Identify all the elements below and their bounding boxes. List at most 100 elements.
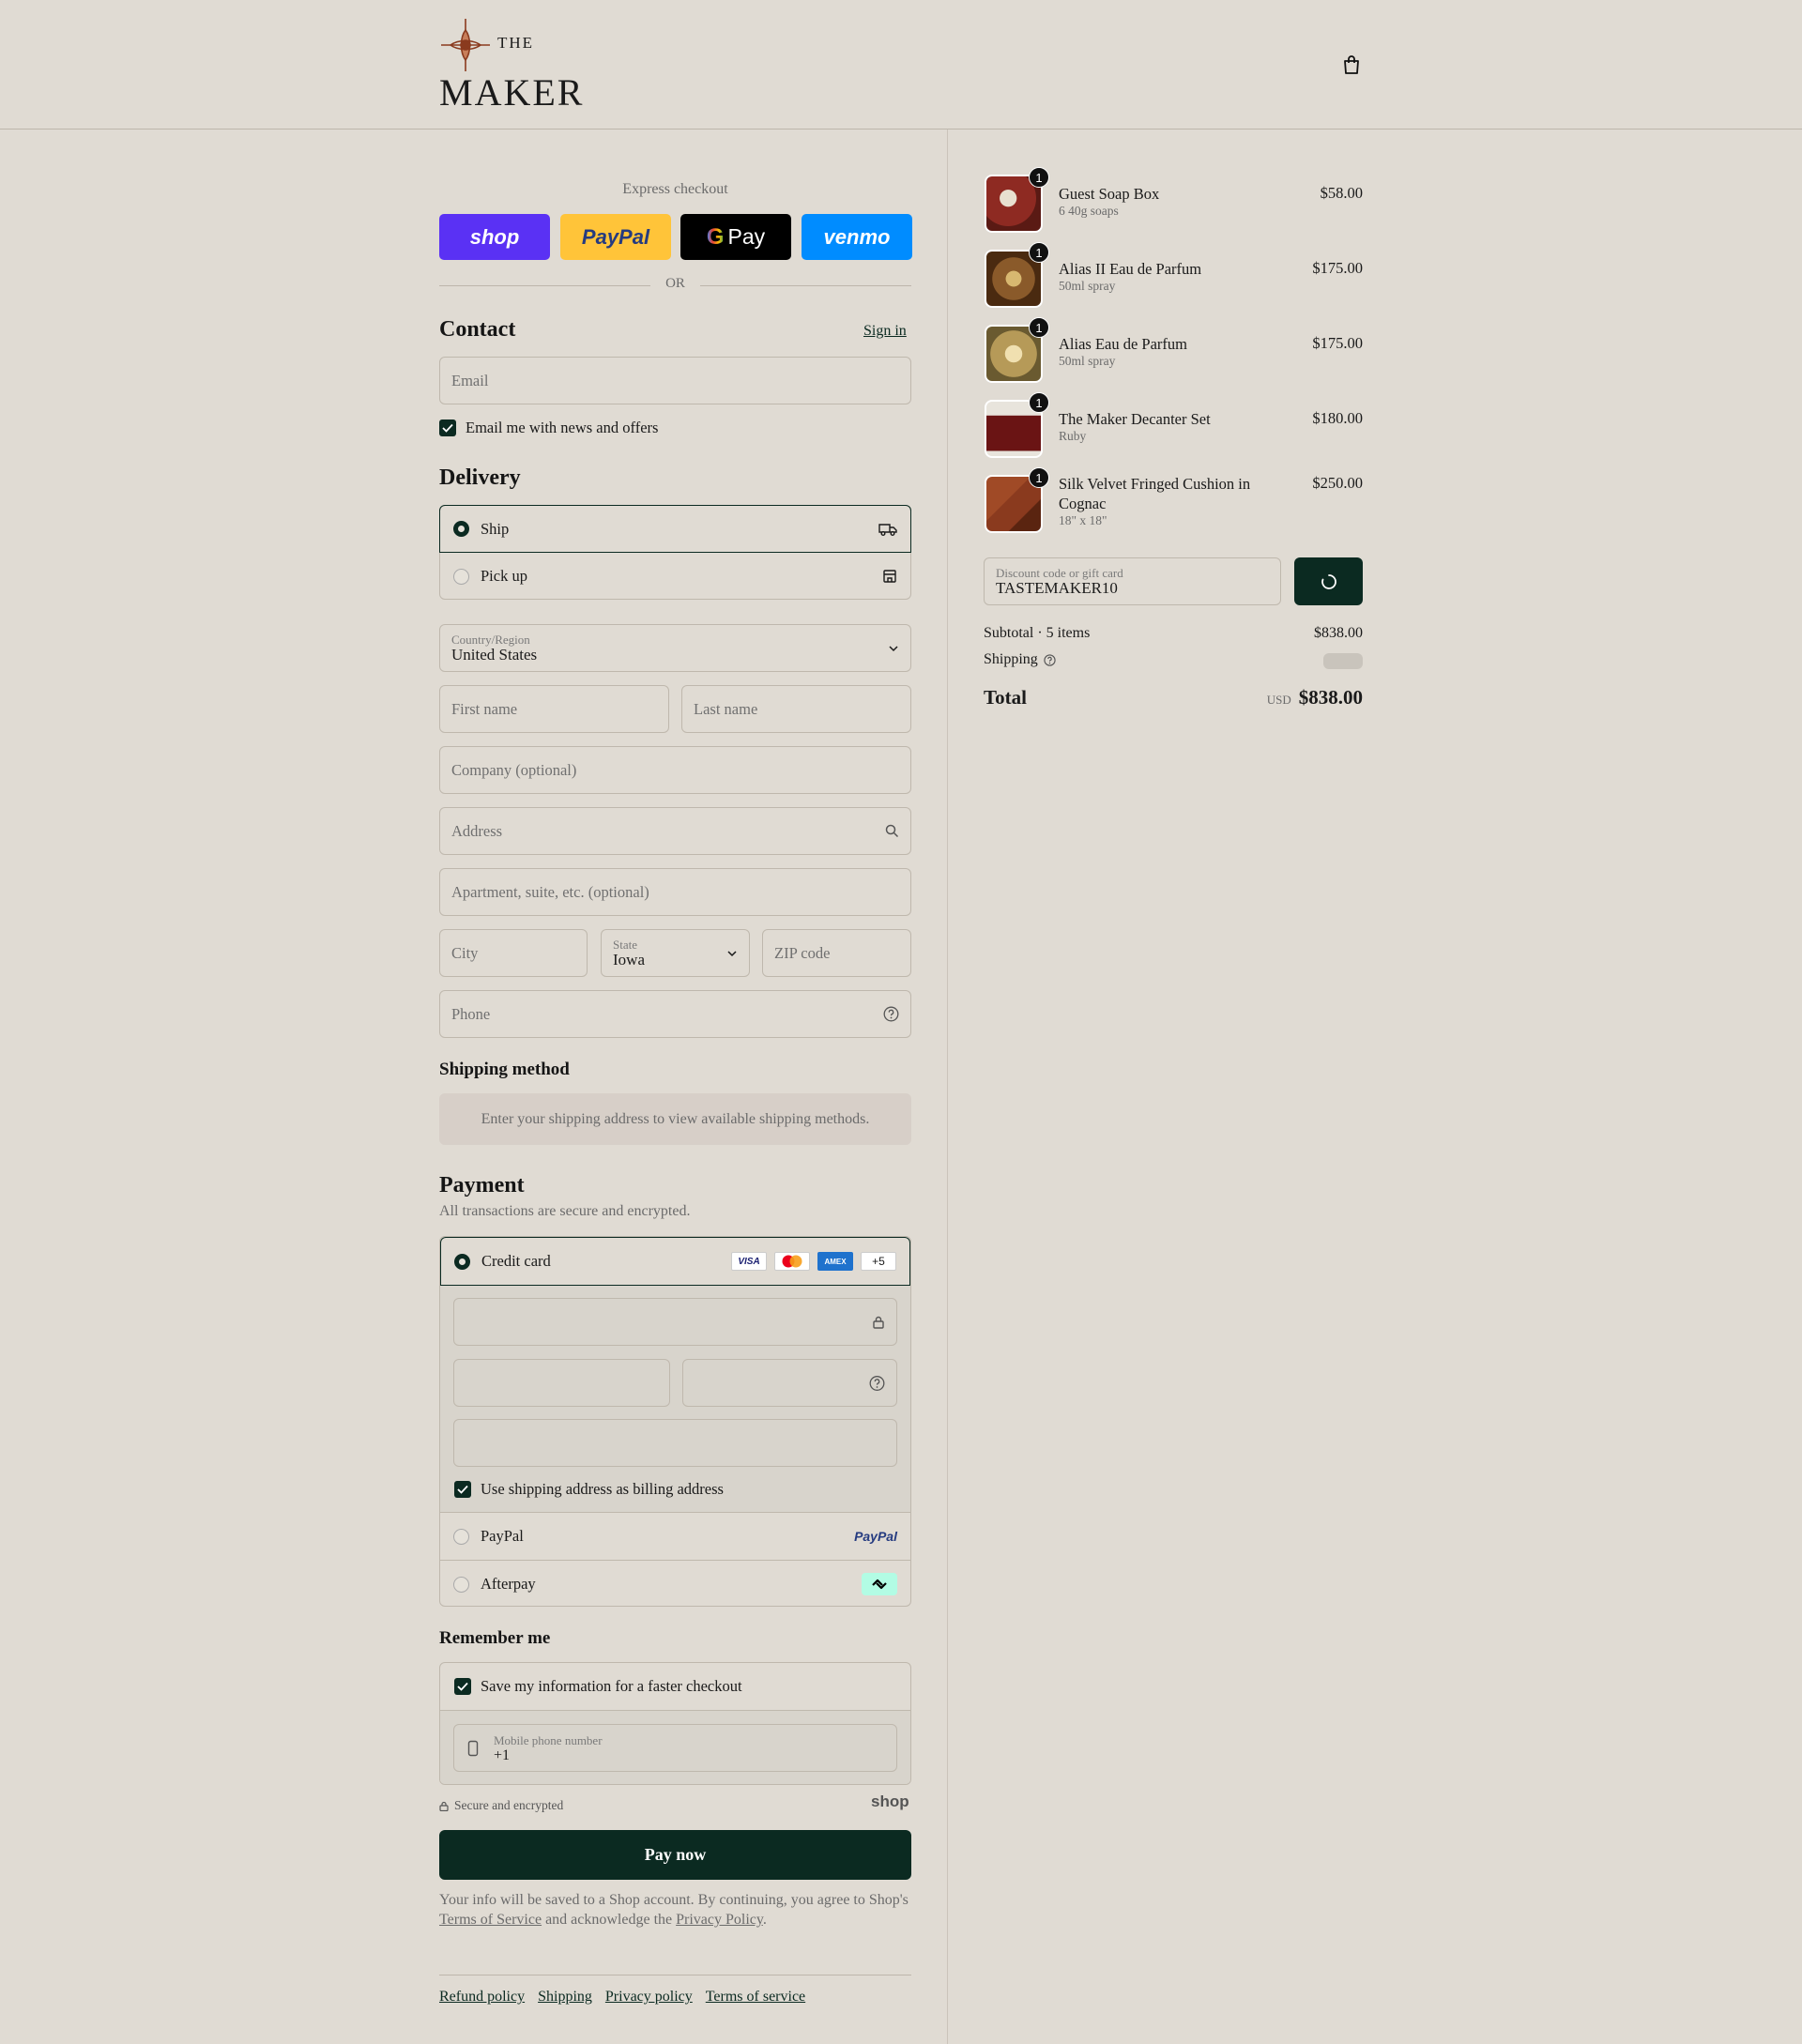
google-pay-button[interactable]: G Pay [680, 214, 791, 260]
item-price: $180.00 [1312, 409, 1363, 427]
paypal-button[interactable]: PayPal [560, 214, 671, 260]
phone-field[interactable]: Phone [439, 990, 911, 1038]
delivery-heading: Delivery [439, 465, 521, 490]
shipping-label: Shipping [984, 651, 1038, 667]
more-cards-badge: +5 [861, 1252, 896, 1271]
name-on-card-field[interactable] [453, 1419, 897, 1467]
news-checkbox-row[interactable]: Email me with news and offers [439, 419, 658, 437]
mastercard-icon [774, 1252, 810, 1271]
state-select[interactable]: State Iowa [601, 929, 750, 977]
shipping-method-notice: Enter your shipping address to view avai… [439, 1093, 911, 1145]
item-quantity-badge: 1 [1029, 392, 1049, 413]
shop-logo: shop [871, 1792, 909, 1810]
apartment-field[interactable]: Apartment, suite, etc. (optional) [439, 868, 911, 916]
payment-methods: Credit card VISA AMEX +5 Use shipping ad… [439, 1236, 911, 1607]
compass-logo-icon [441, 19, 490, 71]
item-variant: Ruby [1059, 429, 1087, 443]
mobile-phone-icon [467, 1740, 479, 1756]
help-circle-icon[interactable] [883, 1006, 899, 1022]
cart-bag-icon[interactable] [1342, 54, 1361, 75]
delivery-option-pickup[interactable]: Pick up [440, 553, 910, 600]
save-info-checkbox-row[interactable]: Save my information for a faster checkou… [454, 1663, 742, 1710]
card-number-field[interactable] [453, 1298, 897, 1346]
search-icon [885, 824, 899, 838]
billing-same-checkbox[interactable] [454, 1481, 471, 1498]
discount-code-field[interactable]: Discount code or gift card TASTEMAKER10 [984, 557, 1281, 605]
lock-icon [439, 1801, 449, 1811]
total-value: $838.00 [1298, 686, 1363, 709]
expiry-field[interactable] [453, 1359, 670, 1407]
billing-same-checkbox-row[interactable]: Use shipping address as billing address [454, 1480, 724, 1499]
shipping-link[interactable]: Shipping [538, 1989, 592, 2006]
footer-links: Refund policy Shipping Privacy policy Te… [439, 1989, 805, 2006]
pay-now-button[interactable]: Pay now [439, 1830, 911, 1880]
last-name-field[interactable]: Last name [681, 685, 911, 733]
payment-subtitle: All transactions are secure and encrypte… [439, 1203, 691, 1219]
security-code-field[interactable] [682, 1359, 897, 1407]
card-details-panel: Use shipping address as billing address [440, 1286, 910, 1512]
zip-field[interactable]: ZIP code [762, 929, 911, 977]
apply-discount-button[interactable] [1294, 557, 1363, 605]
site-header: THE MAKER [0, 0, 1802, 130]
delivery-options: Ship Pick up [439, 505, 911, 600]
total-value-row: USD $838.00 [1267, 686, 1363, 709]
help-circle-icon[interactable] [869, 1375, 885, 1391]
shop-pay-button[interactable]: shop [439, 214, 550, 260]
item-variant: 6 40g soaps [1059, 204, 1119, 218]
terms-of-service-footer-link[interactable]: Terms of service [706, 1989, 805, 2006]
pickup-radio[interactable] [453, 568, 469, 585]
sign-in-link[interactable]: Sign in [863, 323, 907, 340]
total-label: Total [984, 686, 1027, 709]
help-circle-icon[interactable] [1044, 653, 1056, 666]
or-divider: OR [439, 276, 911, 295]
email-field[interactable]: Email [439, 357, 911, 404]
item-variant: 18" x 18" [1059, 513, 1107, 527]
news-checkbox-label: Email me with news and offers [466, 419, 659, 436]
legal-text: Your info will be saved to a Shop accoun… [439, 1892, 909, 1928]
item-name: Silk Velvet Fringed Cushion in Cognac [1059, 475, 1251, 512]
brand-top-word: THE [497, 34, 535, 52]
payment-option-credit-card[interactable]: Credit card VISA AMEX +5 [440, 1237, 910, 1286]
credit-card-radio[interactable] [454, 1253, 470, 1270]
shipping-row: Shipping [984, 651, 1056, 668]
save-info-checkbox[interactable] [454, 1678, 471, 1695]
privacy-policy-link[interactable]: Privacy Policy [676, 1912, 763, 1928]
payment-option-paypal[interactable]: PayPal PayPal [440, 1512, 910, 1560]
item-price: $175.00 [1312, 334, 1363, 352]
item-variant: 50ml spray [1059, 279, 1116, 293]
express-checkout-title: Express checkout [622, 181, 728, 197]
mobile-phone-field[interactable]: Mobile phone number +1 [453, 1724, 897, 1772]
google-g-icon: G [706, 223, 725, 250]
city-field[interactable]: City [439, 929, 588, 977]
afterpay-logo-icon [862, 1573, 897, 1595]
secure-note: Secure and encrypted [439, 1798, 563, 1813]
item-variant: 50ml spray [1059, 354, 1116, 368]
shipping-method-heading: Shipping method [439, 1060, 570, 1079]
company-field[interactable]: Company (optional) [439, 746, 911, 794]
item-price: $175.00 [1312, 259, 1363, 277]
shipping-value-placeholder [1323, 653, 1363, 669]
first-name-field[interactable]: First name [439, 685, 669, 733]
country-select[interactable]: Country/Region United States [439, 624, 911, 672]
news-checkbox[interactable] [439, 419, 456, 436]
venmo-button[interactable]: venmo [802, 214, 912, 260]
ship-radio[interactable] [453, 521, 469, 537]
chevron-down-icon [727, 950, 737, 956]
address-field[interactable]: Address [439, 807, 911, 855]
refund-policy-link[interactable]: Refund policy [439, 1989, 525, 2006]
remember-me-box: Save my information for a faster checkou… [439, 1662, 911, 1785]
column-divider [947, 130, 948, 2044]
payment-option-afterpay[interactable]: Afterpay [440, 1560, 910, 1606]
payment-heading: Payment [439, 1173, 525, 1197]
contact-heading: Contact [439, 317, 516, 342]
privacy-policy-footer-link[interactable]: Privacy policy [605, 1989, 693, 2006]
subtotal-value: $838.00 [1314, 625, 1363, 641]
brand-logo[interactable]: THE MAKER [439, 17, 599, 114]
item-price: $58.00 [1320, 184, 1363, 202]
paypal-radio[interactable] [453, 1528, 469, 1545]
truck-icon [878, 523, 897, 536]
terms-of-service-link[interactable]: Terms of Service [439, 1912, 542, 1928]
brand-name: MAKER [439, 71, 585, 114]
afterpay-radio[interactable] [453, 1576, 469, 1593]
delivery-option-ship[interactable]: Ship [439, 505, 911, 553]
